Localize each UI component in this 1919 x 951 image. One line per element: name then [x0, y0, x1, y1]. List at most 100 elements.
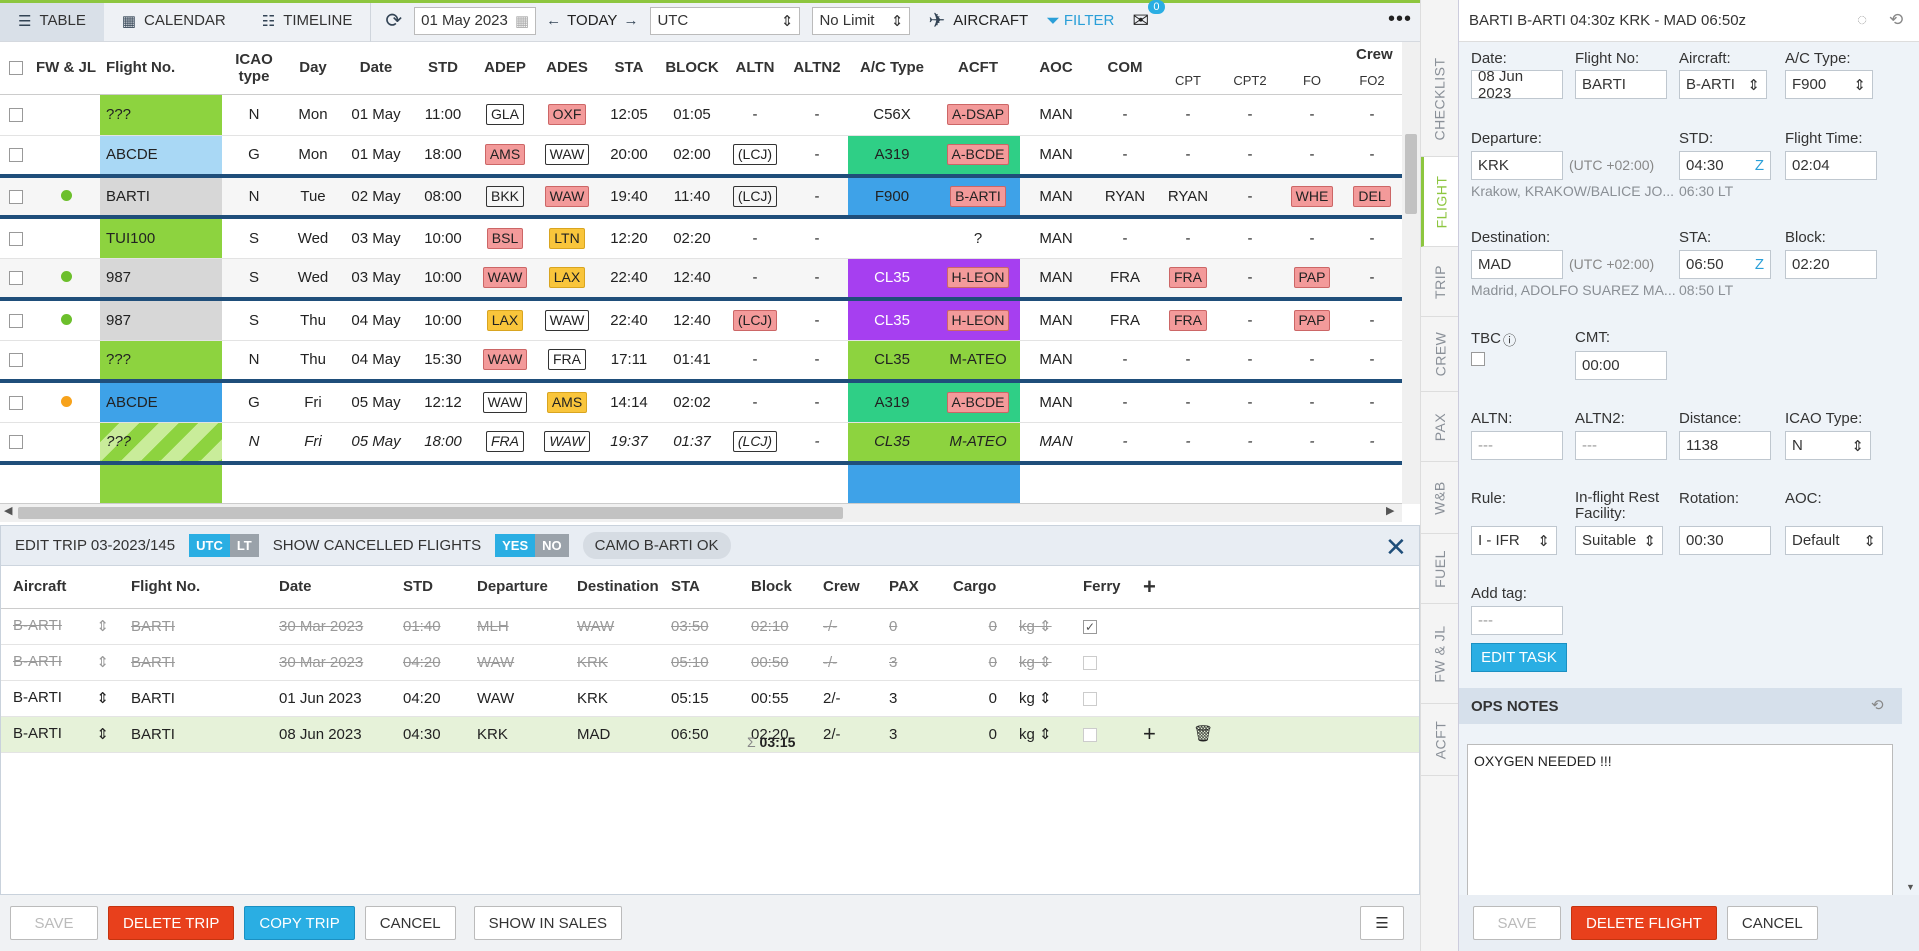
- date-input[interactable]: 08 Jun 2023: [1471, 68, 1563, 102]
- save-flight-button[interactable]: SAVE: [1473, 906, 1561, 940]
- next-arrow-icon[interactable]: →: [623, 12, 638, 29]
- leg-aircraft[interactable]: B-ARTI: [13, 617, 62, 634]
- leg-pax[interactable]: 3: [877, 680, 941, 717]
- leg-crew[interactable]: 2/-: [811, 716, 877, 753]
- row-checkbox[interactable]: [9, 190, 23, 205]
- departure-input[interactable]: KRK: [1471, 151, 1563, 180]
- leg-cargo-unit[interactable]: kg: [1019, 618, 1035, 635]
- adep-badge[interactable]: AMS: [484, 144, 526, 166]
- leg-crew[interactable]: -/-: [811, 644, 877, 681]
- adep-badge[interactable]: BKK: [485, 186, 524, 207]
- mail-icon[interactable]: ✉ 0: [1132, 0, 1165, 33]
- leg-flight-no[interactable]: BARTI: [119, 680, 267, 717]
- altn-badge[interactable]: (LCJ): [732, 186, 778, 207]
- cmt-input[interactable]: 00:00: [1575, 351, 1667, 380]
- row-checkbox[interactable]: [9, 108, 23, 123]
- flight-no-cell[interactable]: BARTI: [100, 176, 222, 219]
- view-table-button[interactable]: ☰ TABLE: [0, 0, 104, 41]
- adep-badge[interactable]: GLA: [485, 104, 524, 125]
- header-date[interactable]: Date: [340, 42, 412, 95]
- leg-cargo-unit[interactable]: kg: [1019, 690, 1035, 707]
- std-input[interactable]: 04:30 Z: [1679, 151, 1771, 180]
- ades-badge[interactable]: WAW: [544, 309, 590, 331]
- yes-option[interactable]: YES: [495, 534, 536, 557]
- grid-horizontal-scrollbar[interactable]: ◀ ▶: [0, 504, 1402, 522]
- ades-badge[interactable]: LTN: [549, 227, 585, 249]
- ades-badge[interactable]: WAW: [544, 186, 590, 207]
- leg-pax[interactable]: 0: [877, 608, 941, 645]
- altn-badge[interactable]: (LCJ): [732, 431, 778, 453]
- row-checkbox[interactable]: [9, 435, 23, 450]
- leg-std[interactable]: 01:40: [391, 608, 465, 645]
- flight-no-cell[interactable]: ABCDE: [100, 135, 222, 178]
- adep-badge[interactable]: WAW: [482, 349, 528, 371]
- tab-crew[interactable]: CREW: [1421, 317, 1459, 392]
- aircraft-select[interactable]: B-ARTI ⇕: [1679, 70, 1767, 99]
- trip-leg-row-selected[interactable]: B-ARTI ⇕ BARTI 08 Jun 2023 04:30 KRK MAD …: [1, 716, 1419, 753]
- tab-pax[interactable]: PAX: [1421, 392, 1459, 462]
- leg-date[interactable]: 30 Mar 2023: [267, 608, 391, 645]
- adep-badge[interactable]: FRA: [486, 431, 524, 453]
- adep-badge[interactable]: BSL: [486, 227, 524, 249]
- prev-arrow-icon[interactable]: ←: [546, 12, 561, 29]
- ades-badge[interactable]: FRA: [548, 349, 586, 371]
- add-leg-icon[interactable]: +: [1143, 721, 1156, 746]
- tab-acft[interactable]: ACFT: [1421, 704, 1459, 776]
- rotation-input[interactable]: 00:30: [1679, 526, 1771, 555]
- table-row[interactable]: ABCDE G Fri 05 May 12:12 WAW AMS 14:14 0…: [0, 381, 1402, 423]
- adep-badge[interactable]: WAW: [482, 267, 528, 289]
- ferry-checkbox[interactable]: [1083, 655, 1097, 670]
- select-all-checkbox[interactable]: [9, 61, 23, 76]
- leg-pax[interactable]: 3: [877, 716, 941, 753]
- acft-badge[interactable]: H-LEON: [946, 309, 1010, 331]
- leg-sta[interactable]: 05:15: [659, 680, 739, 717]
- view-calendar-button[interactable]: ▦ CALENDAR: [104, 1, 244, 41]
- rule-select[interactable]: I - IFR ⇕: [1471, 526, 1557, 555]
- leg-flight-no[interactable]: BARTI: [119, 644, 267, 681]
- header-altn2[interactable]: ALTN2: [786, 42, 848, 95]
- altn-badge[interactable]: (LCJ): [732, 309, 778, 331]
- header-block[interactable]: BLOCK: [660, 42, 724, 95]
- altn-input[interactable]: ---: [1471, 431, 1563, 460]
- block-input[interactable]: 02:20: [1785, 250, 1877, 279]
- leg-date[interactable]: 01 Jun 2023: [267, 680, 391, 717]
- leg-aircraft[interactable]: B-ARTI: [13, 725, 62, 742]
- header-aoc[interactable]: AOC: [1020, 42, 1092, 95]
- leg-block[interactable]: 00:55: [739, 680, 811, 717]
- view-timeline-button[interactable]: ☷ TIMELINE: [244, 1, 371, 41]
- leg-date[interactable]: 30 Mar 2023: [267, 644, 391, 681]
- adep-badge[interactable]: WAW: [482, 391, 528, 413]
- header-altn[interactable]: ALTN: [724, 42, 786, 95]
- leg-crew[interactable]: -/-: [811, 608, 877, 645]
- show-cancelled-toggle[interactable]: YES NO: [495, 534, 569, 557]
- acft-badge[interactable]: H-LEON: [946, 267, 1010, 289]
- ades-badge[interactable]: WAW: [544, 144, 590, 166]
- leg-flight-no[interactable]: BARTI: [119, 716, 267, 753]
- ades-badge[interactable]: AMS: [546, 391, 588, 413]
- tab-flight[interactable]: FLIGHT: [1421, 157, 1459, 247]
- leg-destination[interactable]: MAD: [565, 716, 659, 753]
- leg-sta[interactable]: 06:50: [659, 716, 739, 753]
- leg-block[interactable]: 02:10: [739, 608, 811, 645]
- acft-badge[interactable]: A-DSAP: [946, 104, 1010, 125]
- table-row[interactable]: BARTI N Tue 02 May 08:00 BKK WAW 19:40 1…: [0, 176, 1402, 219]
- trip-leg-row[interactable]: B-ARTI ⇕ BARTI 30 Mar 2023 04:20 WAW KRK …: [1, 644, 1419, 681]
- fo2-badge[interactable]: DEL: [1353, 186, 1391, 207]
- lt-option[interactable]: LT: [229, 534, 259, 557]
- leg-flight-no[interactable]: BARTI: [119, 608, 267, 645]
- row-checkbox[interactable]: [9, 395, 23, 410]
- flight-no-cell[interactable]: TUI100: [100, 217, 222, 259]
- ades-badge[interactable]: WAW: [544, 431, 590, 453]
- flight-time-input[interactable]: 02:04: [1785, 151, 1877, 180]
- acft-badge[interactable]: B-ARTI: [950, 186, 1006, 207]
- delete-trip-button[interactable]: DELETE TRIP: [108, 906, 235, 940]
- more-icon[interactable]: •••: [1388, 8, 1412, 31]
- header-com[interactable]: COM: [1092, 42, 1158, 95]
- acft-badge[interactable]: A-BCDE: [946, 144, 1010, 166]
- ops-notes-textarea[interactable]: OXYGEN NEEDED !!!: [1467, 744, 1893, 904]
- no-option[interactable]: NO: [535, 534, 569, 557]
- copy-trip-button[interactable]: COPY TRIP: [244, 906, 355, 940]
- trip-leg-row[interactable]: B-ARTI ⇕ BARTI 30 Mar 2023 01:40 MLH WAW …: [1, 608, 1419, 645]
- scroll-down-icon[interactable]: ▼: [1906, 882, 1915, 892]
- fo-badge[interactable]: PAP: [1293, 267, 1331, 289]
